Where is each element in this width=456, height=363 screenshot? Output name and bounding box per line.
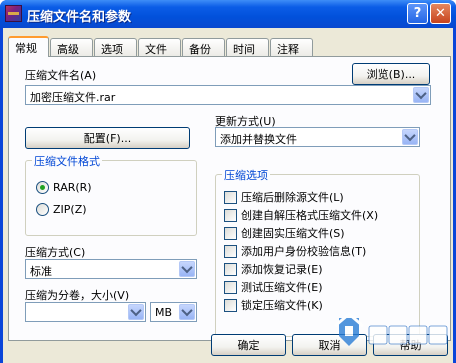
tab-files[interactable]: 文件 xyxy=(138,38,181,56)
tab-advanced[interactable]: 高级 xyxy=(50,38,93,56)
archive-format-group: 压缩文件格式 RAR(R) ZIP(Z) xyxy=(25,153,197,236)
sfx-checkbox[interactable]: 创建自解压格式压缩文件(X) xyxy=(224,207,378,223)
checkbox-icon xyxy=(224,298,237,312)
archive-name-label: 压缩文件名(A) xyxy=(25,69,97,82)
window-title: 压缩文件名和参数 xyxy=(27,10,132,25)
tab-comment[interactable]: 注释 xyxy=(270,38,313,56)
tab-general[interactable]: 常规 xyxy=(8,36,49,57)
compression-method-combo[interactable]: 标准 xyxy=(25,259,197,279)
chevron-down-icon[interactable] xyxy=(179,304,195,320)
split-size-combo[interactable] xyxy=(25,302,146,322)
checkbox-label: 创建固实压缩文件(S) xyxy=(241,227,345,240)
delete-after-checkbox[interactable]: 压缩后删除源文件(L) xyxy=(224,189,344,205)
archive-name-combo[interactable]: 加密压缩文件.rar xyxy=(25,85,431,105)
close-button[interactable]: ✕ xyxy=(430,3,451,24)
dialog-client: 常规 高级 选项 文件 备份 时间 注释 压缩文件名(A) 浏览(B)... 加… xyxy=(3,28,453,363)
zip-radio-label: ZIP(Z) xyxy=(53,203,87,216)
winrar-icon xyxy=(5,5,22,22)
ok-button[interactable]: 确定 xyxy=(211,334,286,356)
lock-archive-checkbox[interactable]: 锁定压缩文件(K) xyxy=(224,297,323,313)
tab-time[interactable]: 时间 xyxy=(226,38,269,56)
browse-button[interactable]: 浏览(B)... xyxy=(352,63,430,85)
test-archive-checkbox[interactable]: 测试压缩文件(E) xyxy=(224,279,323,295)
split-unit-value: MB xyxy=(155,306,173,319)
general-panel: 压缩文件名(A) 浏览(B)... 加密压缩文件.rar 更新方式(U) 添加并… xyxy=(8,56,451,341)
compression-method-label: 压缩方式(C) xyxy=(25,246,86,259)
checkbox-icon xyxy=(224,280,237,294)
dialog-window: 压缩文件名和参数 ? ✕ 常规 高级 选项 文件 备份 时间 注释 压缩文件名(… xyxy=(0,0,456,363)
split-unit-combo[interactable]: MB xyxy=(150,302,197,322)
rar-radio-label: RAR(R) xyxy=(53,181,92,194)
checkbox-icon xyxy=(224,244,237,258)
help-title-button[interactable]: ? xyxy=(407,3,428,24)
archiving-options-title: 压缩选项 xyxy=(222,167,270,183)
zip-radio[interactable]: ZIP(Z) xyxy=(36,203,87,216)
compression-method-value: 标准 xyxy=(30,265,52,278)
archive-format-title: 压缩文件格式 xyxy=(32,153,102,169)
cancel-button[interactable]: 取消 xyxy=(292,334,367,356)
archive-name-value: 加密压缩文件.rar xyxy=(30,91,116,104)
checkbox-icon xyxy=(224,262,237,276)
checkbox-label: 压缩后删除源文件(L) xyxy=(241,191,344,204)
help-button[interactable]: 帮助 xyxy=(373,334,448,356)
update-mode-combo[interactable]: 添加并替换文件 xyxy=(215,127,420,147)
tab-options[interactable]: 选项 xyxy=(94,38,137,56)
solid-checkbox[interactable]: 创建固实压缩文件(S) xyxy=(224,225,345,241)
update-mode-value: 添加并替换文件 xyxy=(220,133,297,146)
checkbox-label: 添加恢复记录(E) xyxy=(241,263,323,276)
title-bar[interactable]: 压缩文件名和参数 ? ✕ xyxy=(0,0,456,28)
rar-radio[interactable]: RAR(R) xyxy=(36,181,92,194)
chevron-down-icon[interactable] xyxy=(413,87,429,103)
checkbox-label: 创建自解压格式压缩文件(X) xyxy=(241,209,379,222)
checkbox-label: 测试压缩文件(E) xyxy=(241,281,323,294)
split-volumes-label: 压缩为分卷，大小(V) xyxy=(25,289,130,302)
authenticity-checkbox[interactable]: 添加用户身份校验信息(T) xyxy=(224,243,366,259)
radio-unselected-icon xyxy=(36,203,49,216)
chevron-down-icon[interactable] xyxy=(402,129,418,145)
checkbox-label: 锁定压缩文件(K) xyxy=(241,299,323,312)
archiving-options-group: 压缩选项 压缩后删除源文件(L) 创建自解压格式压缩文件(X) 创建固实压缩文件… xyxy=(215,167,420,337)
profiles-button[interactable]: 配置(F)... xyxy=(25,127,190,149)
checkbox-label: 添加用户身份校验信息(T) xyxy=(241,245,367,258)
checkbox-icon xyxy=(224,190,237,204)
radio-selected-icon xyxy=(36,181,49,194)
chevron-down-icon[interactable] xyxy=(128,304,144,320)
checkbox-icon xyxy=(224,208,237,222)
recovery-record-checkbox[interactable]: 添加恢复记录(E) xyxy=(224,261,323,277)
checkbox-icon xyxy=(224,226,237,240)
chevron-down-icon[interactable] xyxy=(179,261,195,277)
tab-backup[interactable]: 备份 xyxy=(182,38,225,56)
